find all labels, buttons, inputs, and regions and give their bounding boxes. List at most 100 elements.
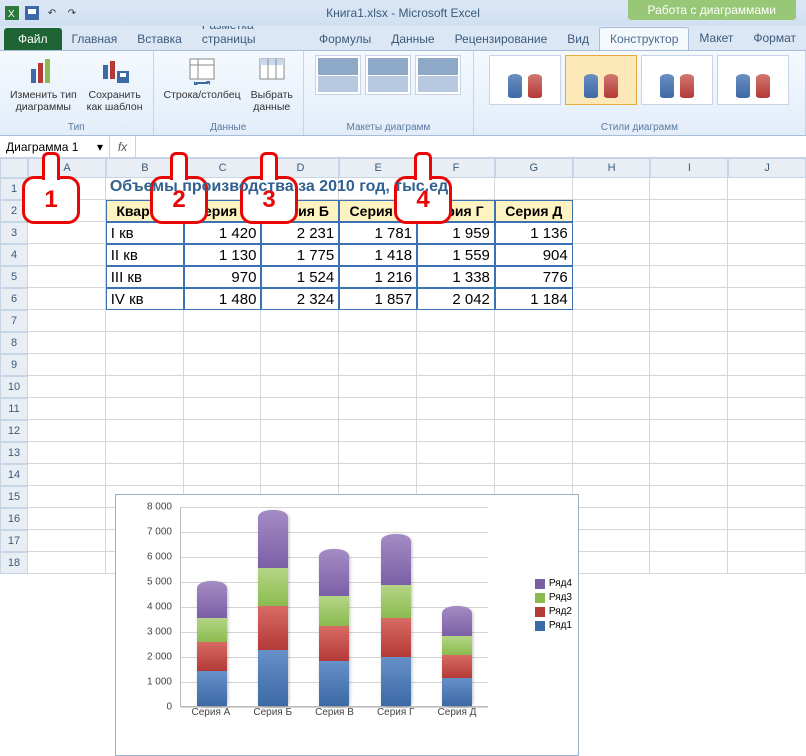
cell[interactable] — [573, 508, 651, 530]
cell[interactable]: 1 136 — [495, 222, 573, 244]
cell[interactable]: 1 184 — [495, 288, 573, 310]
cell[interactable] — [28, 486, 106, 508]
cell[interactable]: 1 216 — [339, 266, 417, 288]
cell[interactable] — [728, 420, 806, 442]
cell[interactable] — [650, 442, 728, 464]
redo-icon[interactable]: ↷ — [64, 5, 80, 21]
cell[interactable] — [573, 222, 651, 244]
cell[interactable]: 1 418 — [339, 244, 417, 266]
save-as-template-button[interactable]: Сохранить как шаблон — [83, 53, 147, 119]
cell[interactable]: 1 338 — [417, 266, 495, 288]
cell[interactable] — [184, 464, 262, 486]
cell[interactable] — [28, 200, 106, 222]
cell[interactable] — [339, 442, 417, 464]
cell[interactable] — [28, 398, 106, 420]
cell[interactable]: IV кв — [106, 288, 184, 310]
tab-home[interactable]: Главная — [62, 28, 128, 50]
cell[interactable] — [650, 244, 728, 266]
cell[interactable] — [106, 398, 184, 420]
cell[interactable] — [573, 398, 651, 420]
cell[interactable] — [417, 178, 495, 200]
cell[interactable] — [28, 376, 106, 398]
cell[interactable] — [417, 332, 495, 354]
undo-icon[interactable]: ↶ — [44, 5, 60, 21]
cell[interactable] — [495, 398, 573, 420]
cell[interactable] — [106, 178, 184, 200]
cell[interactable] — [28, 288, 106, 310]
cell[interactable] — [573, 376, 651, 398]
cell[interactable] — [650, 376, 728, 398]
cell[interactable] — [573, 486, 651, 508]
cell[interactable] — [28, 442, 106, 464]
cell[interactable]: 970 — [184, 266, 262, 288]
cell[interactable] — [339, 178, 417, 200]
cell[interactable] — [106, 442, 184, 464]
row-header[interactable]: 1 — [0, 178, 28, 200]
row-header[interactable]: 11 — [0, 398, 28, 420]
cell[interactable] — [261, 332, 339, 354]
cell[interactable] — [184, 310, 262, 332]
cell[interactable] — [28, 464, 106, 486]
cell[interactable] — [728, 398, 806, 420]
cell[interactable]: 904 — [495, 244, 573, 266]
cell[interactable] — [28, 178, 106, 200]
cell[interactable] — [573, 244, 651, 266]
cell[interactable] — [261, 420, 339, 442]
cell[interactable] — [728, 508, 806, 530]
row-header[interactable]: 9 — [0, 354, 28, 376]
cell[interactable]: 1 959 — [417, 222, 495, 244]
cell[interactable] — [339, 420, 417, 442]
tab-format[interactable]: Формат — [743, 27, 806, 50]
name-box[interactable]: Диаграмма 1▾ — [0, 136, 110, 157]
row-header[interactable]: 3 — [0, 222, 28, 244]
row-header[interactable]: 12 — [0, 420, 28, 442]
spreadsheet-grid[interactable]: ABCDEFGHIJ 12КварталСерия АСерия БСерия … — [0, 158, 806, 574]
cell[interactable] — [106, 332, 184, 354]
cell[interactable] — [339, 310, 417, 332]
cell[interactable] — [573, 464, 651, 486]
cell[interactable]: III кв — [106, 266, 184, 288]
cell[interactable] — [106, 310, 184, 332]
cell[interactable] — [728, 530, 806, 552]
cell[interactable] — [573, 354, 651, 376]
cell[interactable] — [28, 530, 106, 552]
cell[interactable] — [495, 354, 573, 376]
cell[interactable]: Квартал — [106, 200, 184, 222]
cell[interactable]: Серия Д — [495, 200, 573, 222]
tab-formulas[interactable]: Формулы — [309, 28, 381, 50]
cell[interactable] — [184, 354, 262, 376]
cell[interactable]: 1 857 — [339, 288, 417, 310]
row-header[interactable]: 15 — [0, 486, 28, 508]
cell[interactable] — [261, 442, 339, 464]
cell[interactable] — [650, 398, 728, 420]
cell[interactable] — [28, 222, 106, 244]
cell[interactable] — [728, 244, 806, 266]
cell[interactable] — [650, 464, 728, 486]
select-data-button[interactable]: Выбрать данные — [247, 53, 297, 119]
cell[interactable] — [495, 310, 573, 332]
cell[interactable] — [728, 354, 806, 376]
cell[interactable] — [650, 178, 728, 200]
cell[interactable] — [650, 266, 728, 288]
cell[interactable] — [28, 354, 106, 376]
cell[interactable] — [573, 530, 651, 552]
cell[interactable]: 1 781 — [339, 222, 417, 244]
cell[interactable]: 1 480 — [184, 288, 262, 310]
cell[interactable] — [417, 376, 495, 398]
cell[interactable] — [261, 354, 339, 376]
cell[interactable] — [339, 398, 417, 420]
switch-row-column-button[interactable]: Строка/столбец — [160, 53, 245, 119]
cell[interactable]: 1 559 — [417, 244, 495, 266]
tab-design[interactable]: Конструктор — [599, 27, 689, 50]
tab-insert[interactable]: Вставка — [127, 28, 192, 50]
change-chart-type-button[interactable]: Изменить тип диаграммы — [6, 53, 81, 119]
row-header[interactable]: 8 — [0, 332, 28, 354]
cell[interactable] — [495, 178, 573, 200]
cell[interactable] — [573, 552, 651, 574]
cell[interactable] — [573, 288, 651, 310]
layout-thumb[interactable] — [365, 55, 411, 95]
tab-data[interactable]: Данные — [381, 28, 444, 50]
formula-input[interactable] — [136, 136, 806, 157]
cell[interactable]: I кв — [106, 222, 184, 244]
cell[interactable] — [573, 266, 651, 288]
